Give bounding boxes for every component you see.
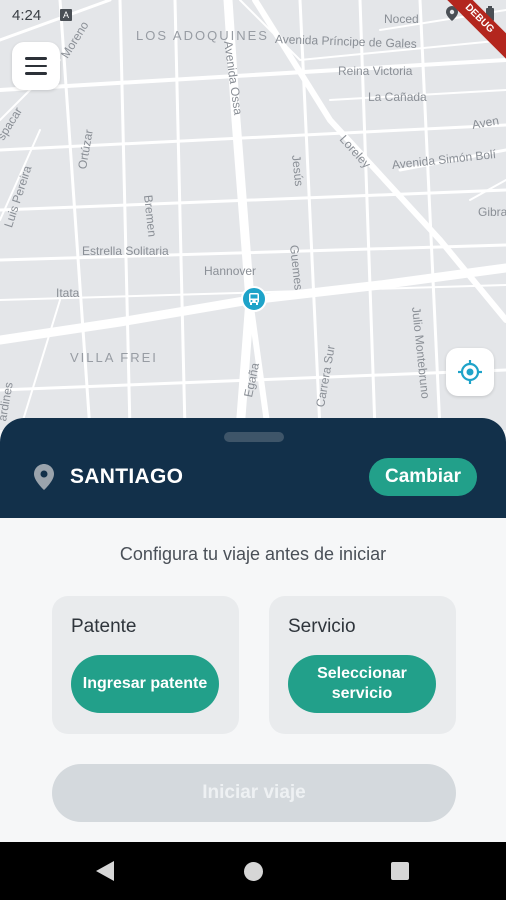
location-pin-icon bbox=[34, 464, 54, 495]
map-view[interactable]: LOS ADOQUINES VILLA FREI Avenida Ossa Av… bbox=[0, 0, 506, 430]
plate-card-title: Patente bbox=[71, 616, 137, 637]
my-location-icon bbox=[458, 360, 482, 384]
back-icon[interactable] bbox=[96, 861, 114, 886]
select-service-button[interactable]: Seleccionar servicio bbox=[288, 655, 436, 713]
change-city-button[interactable]: Cambiar bbox=[369, 458, 477, 496]
map-label-la-canada: La Cañada bbox=[368, 90, 427, 104]
city-header: SANTIAGO Cambiar bbox=[0, 418, 506, 518]
system-nav-bar bbox=[0, 842, 506, 900]
bus-stop-icon bbox=[249, 293, 259, 305]
bus-stop-marker[interactable] bbox=[241, 286, 267, 312]
setup-subtitle: Configura tu viaje antes de iniciar bbox=[119, 544, 387, 564]
map-label-hannover: Hannover bbox=[204, 264, 257, 278]
notification-icon: A bbox=[60, 9, 72, 21]
status-bar: 4:24 A bbox=[0, 0, 506, 32]
menu-button[interactable] bbox=[12, 42, 60, 90]
start-trip-button[interactable]: Iniciar viaje bbox=[52, 764, 456, 822]
map-label-reina-victoria: Reina Victoria bbox=[338, 64, 413, 78]
status-time: 4:24 bbox=[12, 7, 42, 24]
drag-handle[interactable] bbox=[224, 432, 284, 442]
home-icon[interactable] bbox=[244, 862, 263, 881]
plate-card: Patente Ingresar patente bbox=[52, 596, 239, 734]
enter-plate-button[interactable]: Ingresar patente bbox=[71, 655, 219, 713]
map-label-gibra: Gibra bbox=[478, 205, 506, 219]
city-name: SANTIAGO bbox=[70, 465, 184, 488]
recents-icon[interactable] bbox=[391, 862, 409, 880]
trip-setup-panel: Configura tu viaje antes de iniciar Pate… bbox=[0, 518, 506, 842]
map-label-estrella: Estrella Solitaria bbox=[82, 244, 169, 258]
map-label-villa-frei: VILLA FREI bbox=[70, 350, 158, 365]
menu-icon bbox=[25, 57, 47, 60]
map-label-itata: Itata bbox=[56, 286, 80, 300]
service-card: Servicio Seleccionar servicio bbox=[269, 596, 456, 734]
service-card-title: Servicio bbox=[288, 616, 356, 637]
my-location-button[interactable] bbox=[446, 348, 494, 396]
